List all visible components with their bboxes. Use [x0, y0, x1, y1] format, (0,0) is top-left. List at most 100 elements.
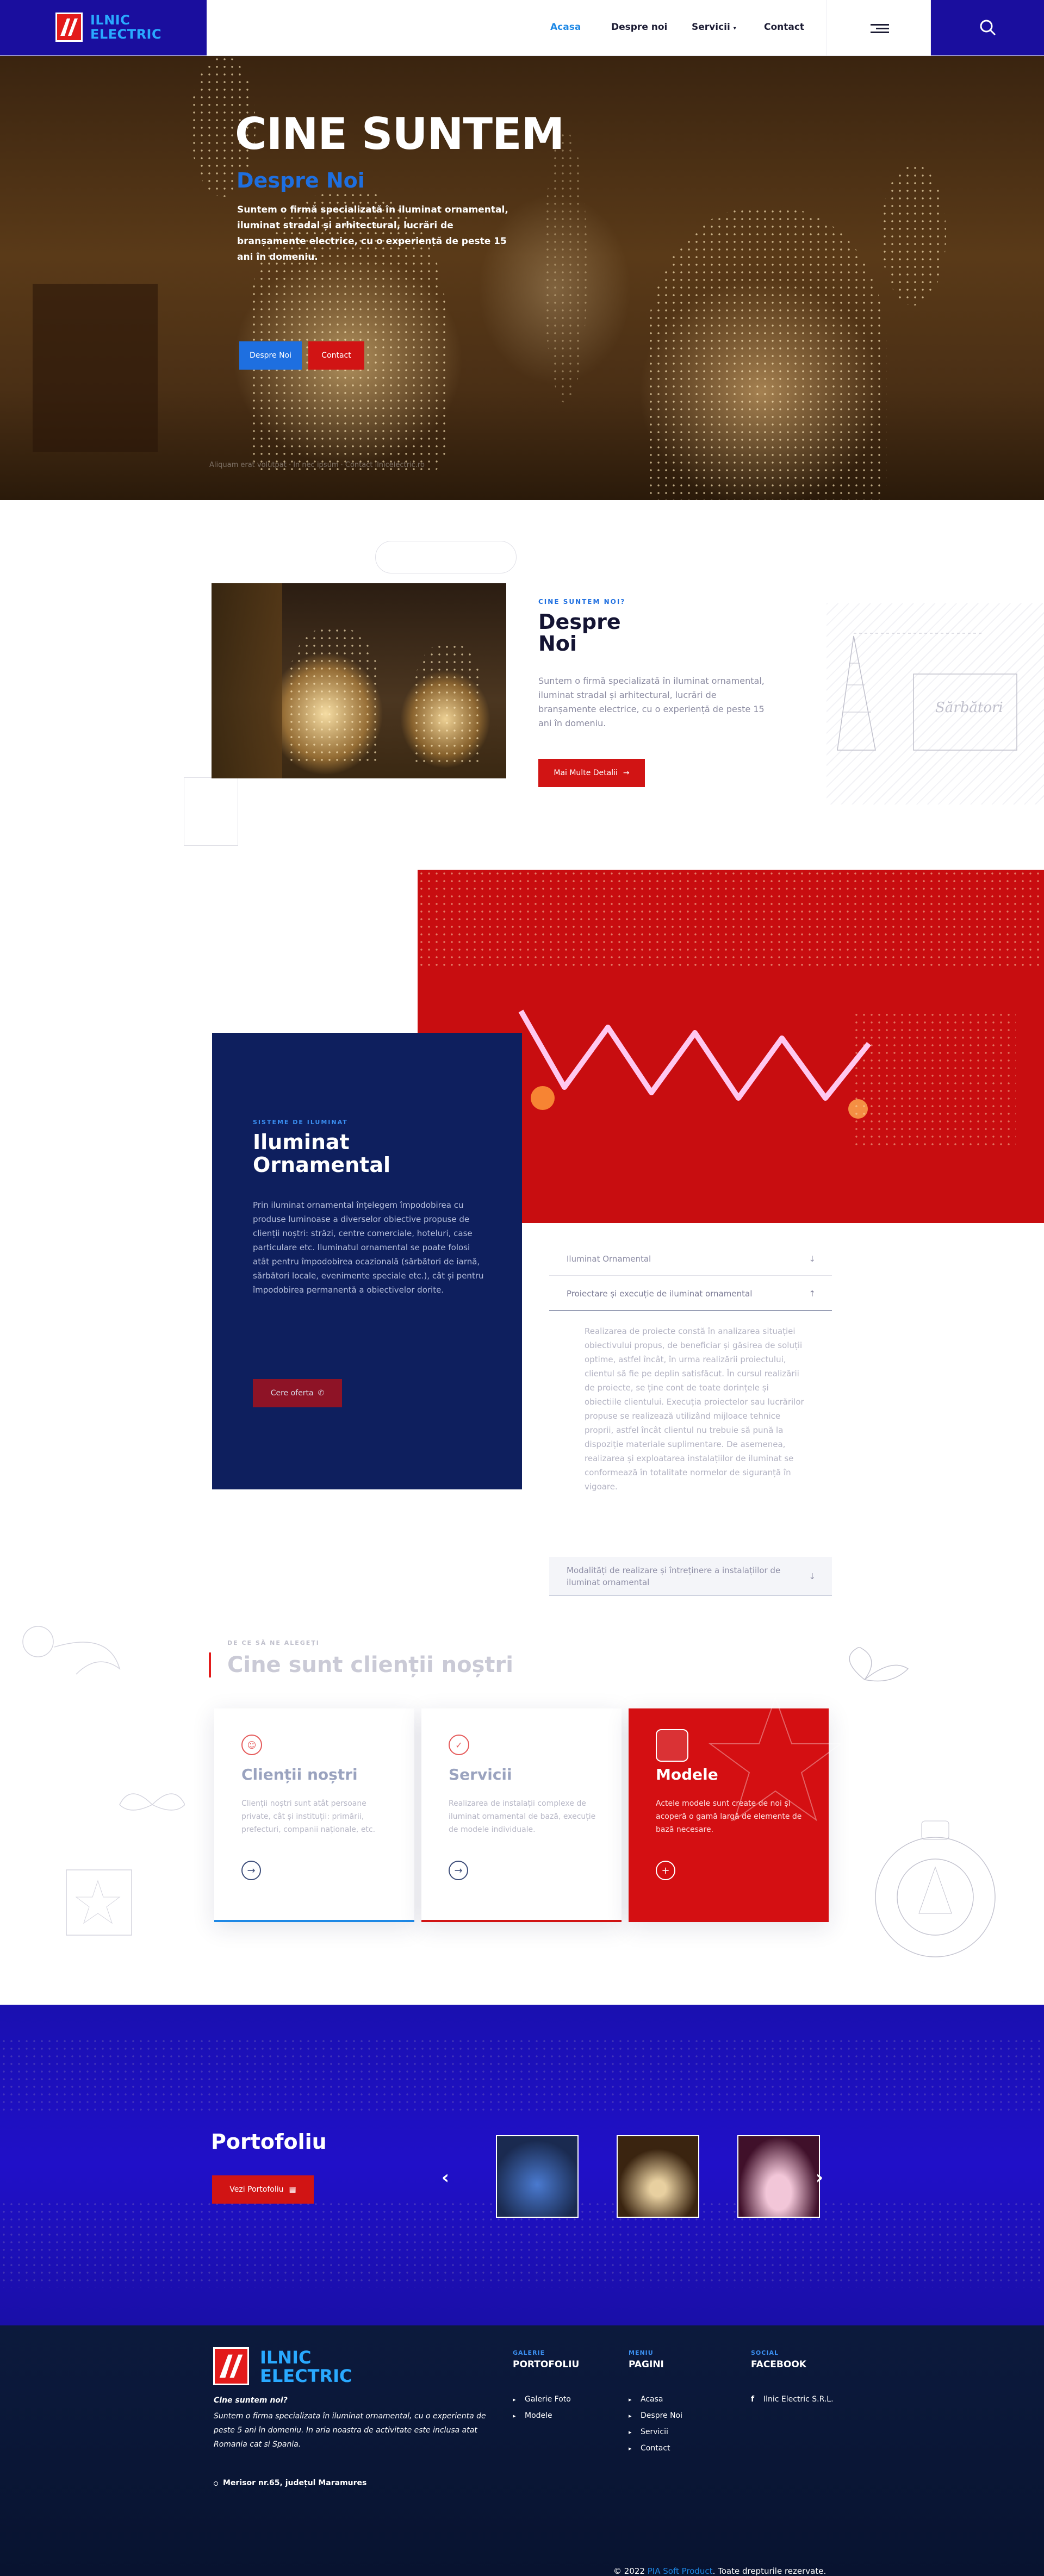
- ornamental-kicker: SISTEME DE ILUMINAT: [253, 1119, 348, 1126]
- accordion-item-iluminat-ornamental[interactable]: Iluminat Ornamental ↓: [549, 1243, 832, 1276]
- card-title: Servicii: [449, 1766, 512, 1783]
- arrow-right-icon[interactable]: →: [241, 1861, 261, 1880]
- card-title: Clienții noștri: [241, 1766, 358, 1783]
- view-portfolio-label: Vezi Portofoliu: [229, 2185, 284, 2194]
- about-kicker: CINE SUNTEM NOI?: [538, 598, 626, 606]
- footer-about-text: Suntem o firma specializata în iluminat …: [214, 2412, 486, 2449]
- accordion-item-proiectare[interactable]: Proiectare și execuție de iluminat ornam…: [549, 1277, 832, 1311]
- request-offer-label: Cere oferta: [270, 1389, 314, 1398]
- footer-col1-heading: PORTOFOLIU: [513, 2359, 580, 2370]
- hero-contact-button[interactable]: Contact: [308, 341, 364, 370]
- footer-link-despre-noi[interactable]: Despre Noi: [629, 2411, 682, 2420]
- card-text: Actele modele sunt create de noi și acop…: [656, 1799, 802, 1834]
- client-card-servicii[interactable]: ✓ Servicii Realizarea de instalații comp…: [421, 1708, 622, 1922]
- facebook-icon: f: [751, 2395, 755, 2404]
- chevron-down-icon: ▾: [733, 26, 736, 32]
- chevron-right-icon[interactable]: ›: [816, 2167, 823, 2188]
- chevron-left-icon[interactable]: ‹: [442, 2167, 449, 2188]
- nav-item-acasa[interactable]: Acasa: [550, 22, 581, 33]
- request-offer-button[interactable]: Cere oferta ✆: [253, 1379, 342, 1407]
- footer-col1-kicker: GALERIE: [513, 2349, 545, 2356]
- nav-item-servicii-label: Servicii: [692, 22, 730, 33]
- copyright-prefix: © 2022: [613, 2566, 645, 2576]
- hero-despre-noi-button[interactable]: Despre Noi: [239, 341, 302, 370]
- copyright-suffix: . Toate drepturile rezervate.: [712, 2566, 826, 2576]
- ornamental-title: Iluminat Ornamental: [253, 1131, 390, 1176]
- logo-container[interactable]: ILNIC ELECTRIC: [0, 0, 207, 55]
- hero-footnote: Aliquam erat volutpat · In nec ipsum · C…: [209, 461, 425, 469]
- accordion-item-modalitati[interactable]: Modalități de realizare și întreținere a…: [549, 1557, 832, 1596]
- footer-logo-line2: ELECTRIC: [260, 2366, 352, 2386]
- accordion-label: Modalități de realizare și întreținere a…: [567, 1565, 781, 1587]
- footer-link-acasa[interactable]: Acasa: [629, 2395, 663, 2404]
- footer-col3-kicker: SOCIAL: [751, 2349, 779, 2356]
- logo-text-line2: ELECTRIC: [90, 27, 162, 42]
- accordion-label: Proiectare și execuție de iluminat ornam…: [567, 1289, 753, 1299]
- arrow-right-icon: →: [623, 769, 630, 777]
- hero-title: CINE SUNTEM: [235, 109, 564, 159]
- search-button[interactable]: [931, 0, 1044, 55]
- site-header: ILNIC ELECTRIC Acasa Despre noi Servicii…: [0, 0, 1044, 55]
- footer-link-facebook[interactable]: Ilnic Electric S.R.L.: [763, 2395, 834, 2404]
- nav-item-despre-noi[interactable]: Despre noi: [611, 22, 667, 33]
- footer-copyright: © 2022 PIA Soft Product. Toate drepturil…: [613, 2566, 826, 2576]
- footer-link-modele[interactable]: Modele: [513, 2411, 552, 2420]
- portfolio-thumbnail[interactable]: [496, 2135, 579, 2218]
- hero-subtitle: Despre Noi: [237, 169, 365, 192]
- chevron-up-icon: ↑: [809, 1289, 816, 1299]
- location-icon: [214, 2481, 218, 2486]
- portfolio-title: Portofoliu: [211, 2130, 327, 2154]
- portfolio-thumbnail[interactable]: [737, 2135, 820, 2218]
- nav-item-contact[interactable]: Contact: [764, 22, 804, 33]
- client-card-modele[interactable]: Modele Actele modele sunt create de noi …: [629, 1695, 843, 1922]
- plus-icon[interactable]: +: [656, 1861, 675, 1880]
- ornamental-light-garland: [518, 1009, 871, 1119]
- chevron-down-icon: ↓: [809, 1571, 816, 1581]
- footer-logo-icon[interactable]: [213, 2347, 249, 2385]
- footer-address: Merisor nr.65, județul Maramures: [223, 2479, 367, 2487]
- chevron-down-icon: ↓: [809, 1254, 816, 1264]
- phone-icon: ✆: [318, 1389, 325, 1398]
- accordion-body: Realizarea de proiecte constă în analiza…: [585, 1326, 804, 1492]
- ornamental-description: Prin iluminat ornamental înțelegem împod…: [253, 1200, 484, 1295]
- decor-ornament-sketches: [22, 1626, 185, 1936]
- logo-icon: [55, 13, 83, 42]
- about-photo-christmas-bells: [212, 583, 506, 778]
- card-title: Modele: [656, 1766, 718, 1783]
- about-title-line1: Despre: [538, 610, 621, 634]
- decor-ornament: [375, 541, 517, 573]
- footer-col3-heading: FACEBOOK: [751, 2359, 806, 2370]
- hero-description: Suntem o firmă specializată în iluminat …: [237, 204, 508, 263]
- footer-link-servicii[interactable]: Servicii: [629, 2428, 668, 2436]
- client-card-clienti[interactable]: ☺ Clienții noștri Clienții noștri sunt a…: [214, 1708, 414, 1922]
- footer-link-contact[interactable]: Contact: [629, 2444, 670, 2453]
- about-description: Suntem o firmă specializată în iluminat …: [538, 676, 765, 728]
- menu-icon[interactable]: [826, 0, 931, 55]
- images-icon: ▦: [289, 2185, 296, 2194]
- clients-kicker: DE CE SĂ NE ALEGEȚI: [227, 1639, 320, 1646]
- copyright-link[interactable]: PIA Soft Product: [648, 2566, 713, 2576]
- svg-text:Sărbători: Sărbători: [935, 700, 1003, 716]
- about-title: Despre Noi: [538, 611, 621, 654]
- footer-about-heading: Cine suntem noi?: [214, 2396, 288, 2405]
- about-details-button[interactable]: Mai Multe Detalii →: [538, 759, 645, 787]
- clients-title: Cine sunt clienții noștri: [209, 1652, 513, 1677]
- footer-link-galerie-foto[interactable]: Galerie Foto: [513, 2395, 571, 2404]
- decor-tree-sign-sketch: Sărbători: [837, 633, 1017, 751]
- user-icon: ☺: [241, 1735, 262, 1755]
- card-text: Realizarea de instalații complexe de ilu…: [449, 1799, 596, 1834]
- footer-col2-kicker: MENIU: [629, 2349, 654, 2356]
- image-icon: [656, 1729, 688, 1762]
- ornamental-title-line2: Ornamental: [253, 1153, 390, 1177]
- about-title-line2: Noi: [538, 632, 577, 656]
- decor-gift-sketch: [184, 777, 238, 846]
- ornamental-title-line1: Iluminat: [253, 1130, 350, 1154]
- card-accent-bar: [421, 1920, 622, 1922]
- footer-col2-heading: PAGINI: [629, 2359, 664, 2370]
- view-portfolio-button[interactable]: Vezi Portofoliu ▦: [212, 2175, 314, 2204]
- check-icon: ✓: [449, 1735, 469, 1755]
- arrow-right-icon[interactable]: →: [449, 1861, 468, 1880]
- nav-item-servicii[interactable]: Servicii ▾: [692, 22, 736, 33]
- card-text: Clienții noștri sunt atât persoane priva…: [241, 1799, 376, 1834]
- portfolio-thumbnail[interactable]: [617, 2135, 699, 2218]
